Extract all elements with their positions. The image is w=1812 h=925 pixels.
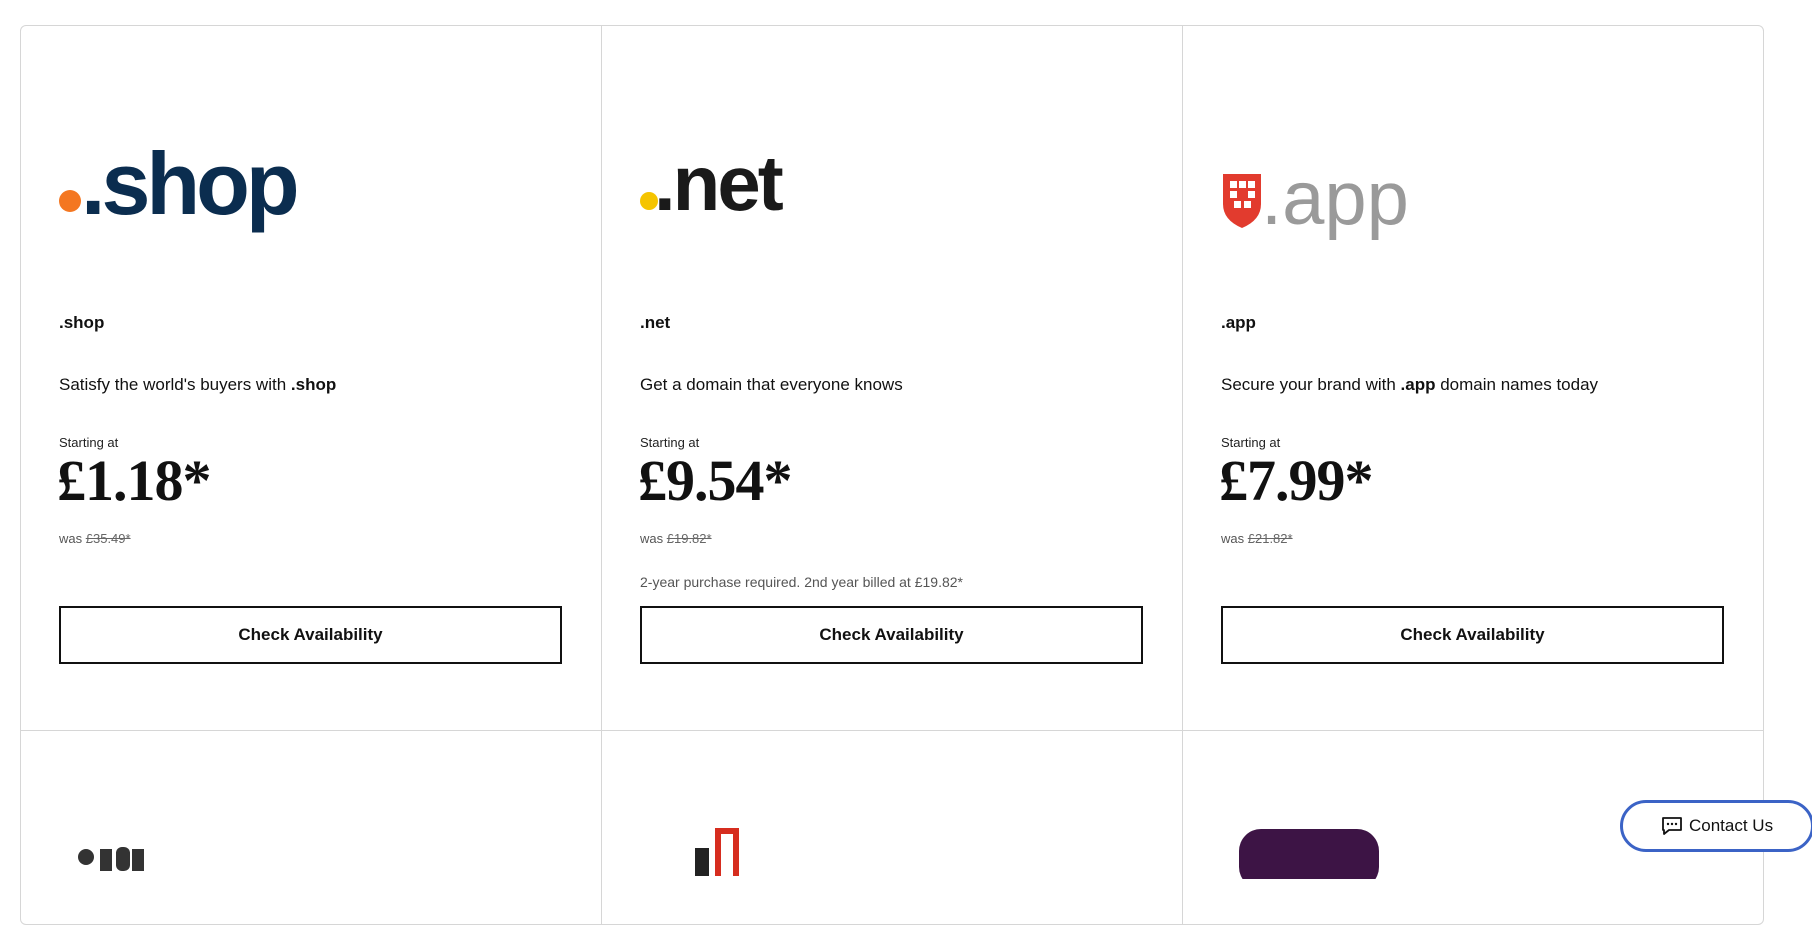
check-availability-button[interactable]: Check Availability (640, 606, 1143, 664)
check-availability-button[interactable]: Check Availability (1221, 606, 1724, 664)
purchase-note: 2-year purchase required. 2nd year bille… (640, 574, 963, 590)
domain-card-shop: .shop .shop Satisfy the world's buyers w… (21, 26, 601, 730)
chat-icon (1662, 817, 1682, 835)
check-availability-button[interactable]: Check Availability (59, 606, 562, 664)
app-logo: .app (1223, 156, 1409, 241)
partial-logo-row2-col1 (78, 847, 144, 871)
tld-description: Secure your brand with .app domain names… (1221, 375, 1599, 394)
row-divider (21, 730, 1763, 731)
net-logo: .net (640, 139, 787, 227)
was-price: was £21.82* (1221, 531, 1293, 546)
price: £9.54* (638, 448, 792, 513)
domain-cards-grid: .shop .shop Satisfy the world's buyers w… (20, 25, 1764, 925)
shop-logo: .shop (59, 134, 301, 233)
price: £1.18* (57, 448, 211, 513)
contact-us-button[interactable]: Contact Us (1620, 800, 1812, 852)
shop-logo-text: .shop (81, 134, 297, 233)
app-shield-icon (1223, 174, 1261, 228)
partial-logo-row2-col2 (695, 828, 739, 876)
contact-us-label: Contact Us (1689, 816, 1774, 835)
tld-name: .net (640, 313, 671, 332)
domain-card-net: .net .net Get a domain that everyone kno… (602, 26, 1182, 730)
tld-description: Get a domain that everyone knows (640, 375, 903, 394)
domain-card-app: .app .app Secure your brand with .app do… (1183, 26, 1763, 730)
net-logo-text: .net (654, 139, 784, 227)
was-price: was £19.82* (640, 531, 712, 546)
price: £7.99* (1219, 448, 1373, 513)
partial-logo-row2-col3 (1239, 829, 1379, 879)
tld-description: Satisfy the world's buyers with .shop (59, 375, 337, 394)
was-price: was £35.49* (59, 531, 131, 546)
app-logo-text: .app (1261, 156, 1409, 241)
tld-name: .app (1221, 313, 1256, 332)
tld-name: .shop (59, 313, 105, 332)
